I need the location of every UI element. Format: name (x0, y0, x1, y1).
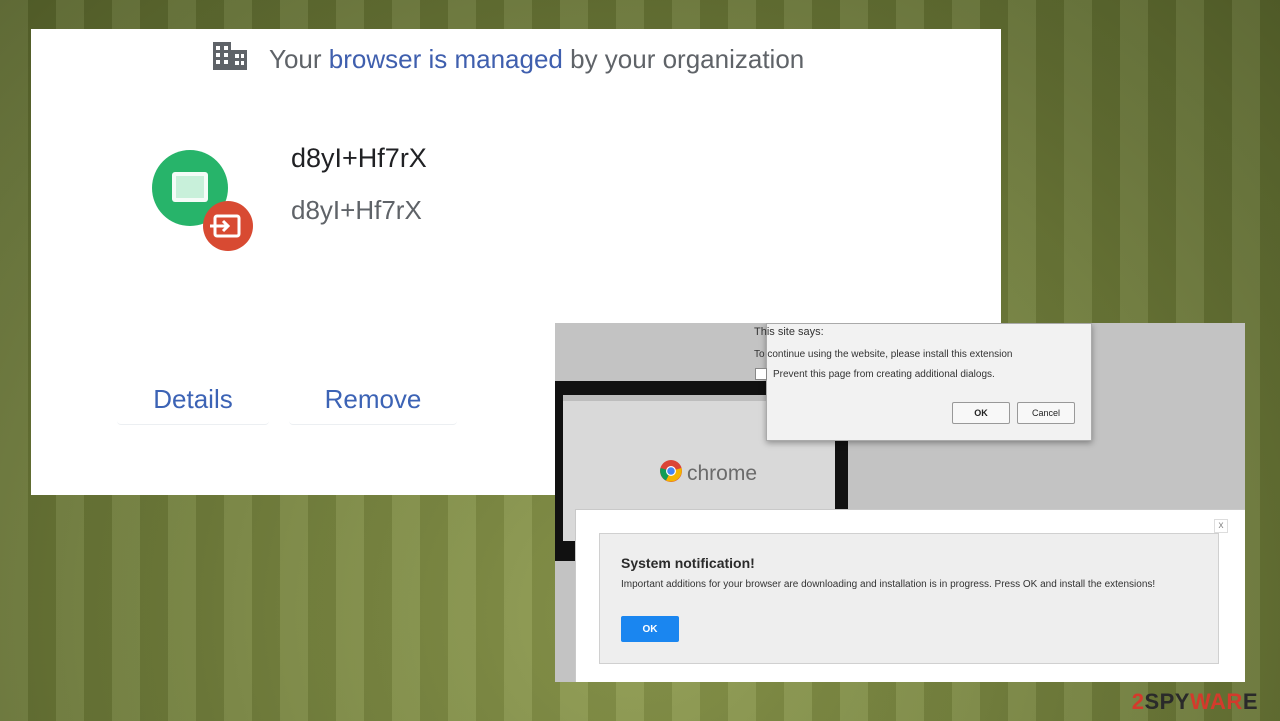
managed-header-text: Your browser is managed by your organiza… (269, 43, 805, 74)
system-notification-popup: x System notification! Important additio… (575, 509, 1245, 682)
prevent-dialogs-label: Prevent this page from creating addition… (773, 368, 995, 380)
site-confirm-dialog: This site says: To continue using the we… (754, 323, 1092, 441)
notification-title: System notification! (621, 555, 755, 571)
chrome-branding: chrome (659, 459, 757, 488)
dialog-message: To continue using the website, please in… (754, 349, 1013, 360)
building-icon (211, 40, 249, 79)
prevent-dialogs-checkbox[interactable] (755, 368, 767, 380)
chrome-logo-icon (659, 459, 683, 488)
notification-ok-button[interactable]: OK (621, 616, 679, 642)
notification-message: Important additions for your browser are… (621, 579, 1156, 590)
dialog-cancel-button[interactable]: Cancel (1017, 402, 1075, 424)
managed-header: Your browser is managed by your organiza… (211, 41, 805, 75)
extension-app-icon (152, 150, 256, 254)
remove-button[interactable]: Remove (289, 374, 457, 425)
dialog-title: This site says: (754, 326, 824, 338)
extension-name: d8yI+Hf7rX (291, 143, 427, 173)
dialog-ok-button[interactable]: OK (952, 402, 1010, 424)
notification-box: System notification! Important additions… (599, 533, 1219, 664)
managed-info-link[interactable]: browser is managed (329, 44, 563, 74)
scam-screenshot-panel: chrome This site says: To continue using… (555, 323, 1245, 682)
watermark-logo: 2SPYWARE (1131, 689, 1258, 714)
prevent-dialogs-option[interactable]: Prevent this page from creating addition… (755, 368, 995, 380)
chrome-wordmark: chrome (687, 461, 758, 485)
close-icon[interactable]: x (1214, 519, 1228, 533)
extension-id: d8yI+Hf7rX (291, 195, 422, 225)
details-button[interactable]: Details (117, 374, 269, 425)
